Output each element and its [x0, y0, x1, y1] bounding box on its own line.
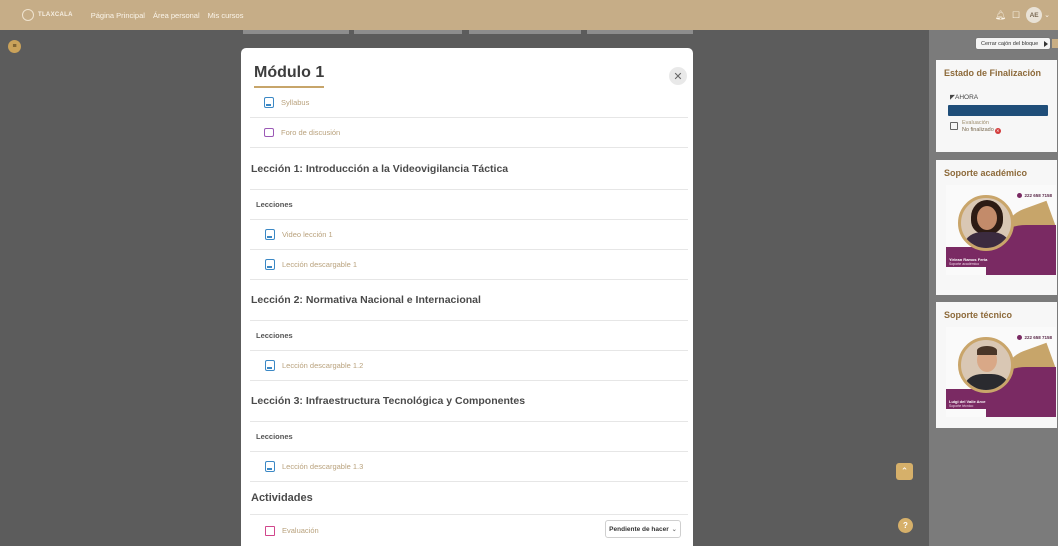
completion-status-block: Estado de Finalización ◤AHORA Evaluación…: [936, 60, 1057, 152]
close-modal-button[interactable]: ✕: [669, 67, 687, 85]
close-block-drawer-button[interactable]: Cerrar cajón del bloque: [975, 37, 1051, 50]
completion-item-name: Evaluación: [962, 120, 989, 126]
background-image-strip: [243, 30, 349, 34]
background-image-strip: [587, 30, 693, 34]
nav-link-home[interactable]: Página Principal: [91, 11, 145, 20]
now-label: ◤AHORA: [950, 94, 979, 101]
top-navbar: TLAXCALA Página Principal Área personal …: [0, 0, 1058, 30]
help-button[interactable]: ?: [898, 518, 913, 533]
activity-row-evaluation: Evaluación Pendiente de hacer ⌄: [250, 515, 688, 546]
download-lesson-3-link[interactable]: Lección descargable 1.3: [265, 461, 363, 472]
brand-name: TLAXCALA: [38, 12, 73, 18]
bell-icon[interactable]: 🔔︎: [995, 10, 1006, 21]
download-lesson-2-link[interactable]: Lección descargable 1.2: [265, 360, 363, 371]
academic-support-photo: [958, 195, 1014, 251]
pdf-file-icon: [264, 97, 274, 108]
activity-row-forum: Foro de discusión: [250, 118, 688, 148]
activities-heading: Actividades: [250, 482, 688, 515]
pending-status-dropdown[interactable]: Pendiente de hacer ⌄: [605, 520, 681, 538]
lesson-1-heading: Lección 1: Introducción a la Videovigila…: [250, 148, 688, 190]
academic-support-role: Soporte académico: [949, 262, 980, 266]
lesson-3-subheading: Lecciones: [250, 422, 688, 452]
syllabus-link[interactable]: Syllabus: [264, 97, 309, 108]
nav-link-my-courses[interactable]: Mis cursos: [208, 11, 244, 20]
academic-support-title: Soporte académico: [944, 168, 1028, 178]
academic-support-phone: 222 658 7158: [1017, 193, 1052, 198]
nav-right: 🔔︎ ☐ AE ⌄: [995, 7, 1050, 23]
completion-status-title: Estado de Finalización: [944, 68, 1042, 78]
activity-row-download-2: Lección descargable 1.2: [250, 351, 688, 381]
modal-title: Módulo 1: [254, 64, 325, 81]
nav-links: Página Principal Área personal Mis curso…: [91, 11, 252, 20]
chat-icon[interactable]: ☐: [1012, 10, 1020, 21]
evaluation-link[interactable]: Evaluación: [265, 525, 319, 536]
course-index-toggle-button[interactable]: ≡: [8, 40, 21, 53]
lesson-3-heading: Lección 3: Infraestructura Tecnológica y…: [250, 381, 688, 422]
technical-support-card: 222 658 7158 Luigi del Valle Arce Soport…: [946, 327, 1056, 417]
activity-row-download-1: Lección descargable 1: [250, 250, 688, 280]
technical-support-role: Soporte técnico: [949, 404, 974, 408]
lesson-2-heading: Lección 2: Normativa Nacional e Internac…: [250, 280, 688, 321]
chevron-down-icon[interactable]: ⌄: [1044, 11, 1050, 19]
chevron-down-icon: ⌄: [671, 526, 677, 533]
download-lesson-1-link[interactable]: Lección descargable 1: [265, 259, 357, 270]
lesson-2-subheading: Lecciones: [250, 321, 688, 351]
back-to-top-button[interactable]: ⌃: [896, 463, 913, 480]
pdf-file-icon: [265, 360, 275, 371]
brand-logo-icon: [22, 9, 34, 21]
completion-item[interactable]: Evaluación No finalizado ✕: [936, 120, 1057, 134]
forum-icon: [264, 128, 274, 137]
quiz-icon: [265, 525, 275, 536]
technical-support-title: Soporte técnico: [944, 310, 1013, 320]
completion-item-status: No finalizado ✕: [962, 127, 1001, 134]
close-icon: ✕: [673, 70, 683, 83]
background-image-strip: [354, 30, 462, 34]
pdf-file-icon: [265, 461, 275, 472]
brand[interactable]: TLAXCALA: [22, 9, 73, 21]
close-block-drawer-label: Cerrar cajón del bloque: [981, 40, 1039, 47]
user-avatar[interactable]: AE: [1026, 7, 1043, 23]
activity-row-download-3: Lección descargable 1.3: [250, 452, 688, 482]
academic-support-block: Soporte académico 222 658 7158 Yirlean R…: [936, 160, 1057, 295]
lesson-1-subheading: Lecciones: [250, 190, 688, 220]
technical-support-block: Soporte técnico 222 658 7158 Luigi del V…: [936, 302, 1057, 428]
menu-icon: ≡: [12, 43, 17, 50]
phone-icon: [1017, 335, 1023, 340]
quiz-icon: [950, 122, 958, 130]
activity-row-syllabus: Syllabus: [250, 88, 688, 118]
arrow-right-icon: [1044, 41, 1048, 47]
not-complete-icon: ✕: [994, 127, 1001, 134]
phone-icon: [1017, 193, 1023, 198]
technical-support-photo: [958, 337, 1014, 393]
pdf-file-icon: [265, 259, 275, 270]
drawer-edge-tab[interactable]: [1052, 39, 1058, 48]
academic-support-card: 222 658 7158 Yirlean Ramos Feria Soporte…: [946, 185, 1056, 275]
module-modal: Módulo 1 ✕ Syllabus Foro de discusión Le…: [241, 48, 693, 546]
chevron-up-icon: ⌃: [900, 466, 909, 476]
technical-support-phone: 222 658 7158: [1017, 335, 1052, 340]
video-lesson-1-link[interactable]: Video lección 1: [265, 229, 333, 240]
video-file-icon: [265, 229, 275, 240]
completion-progress-bar: [948, 105, 1048, 116]
activity-row-video-1: Video lección 1: [250, 220, 688, 250]
nav-link-personal-area[interactable]: Área personal: [153, 11, 200, 20]
forum-link[interactable]: Foro de discusión: [264, 128, 340, 137]
question-icon: ?: [903, 521, 908, 530]
background-image-strip: [469, 30, 581, 34]
